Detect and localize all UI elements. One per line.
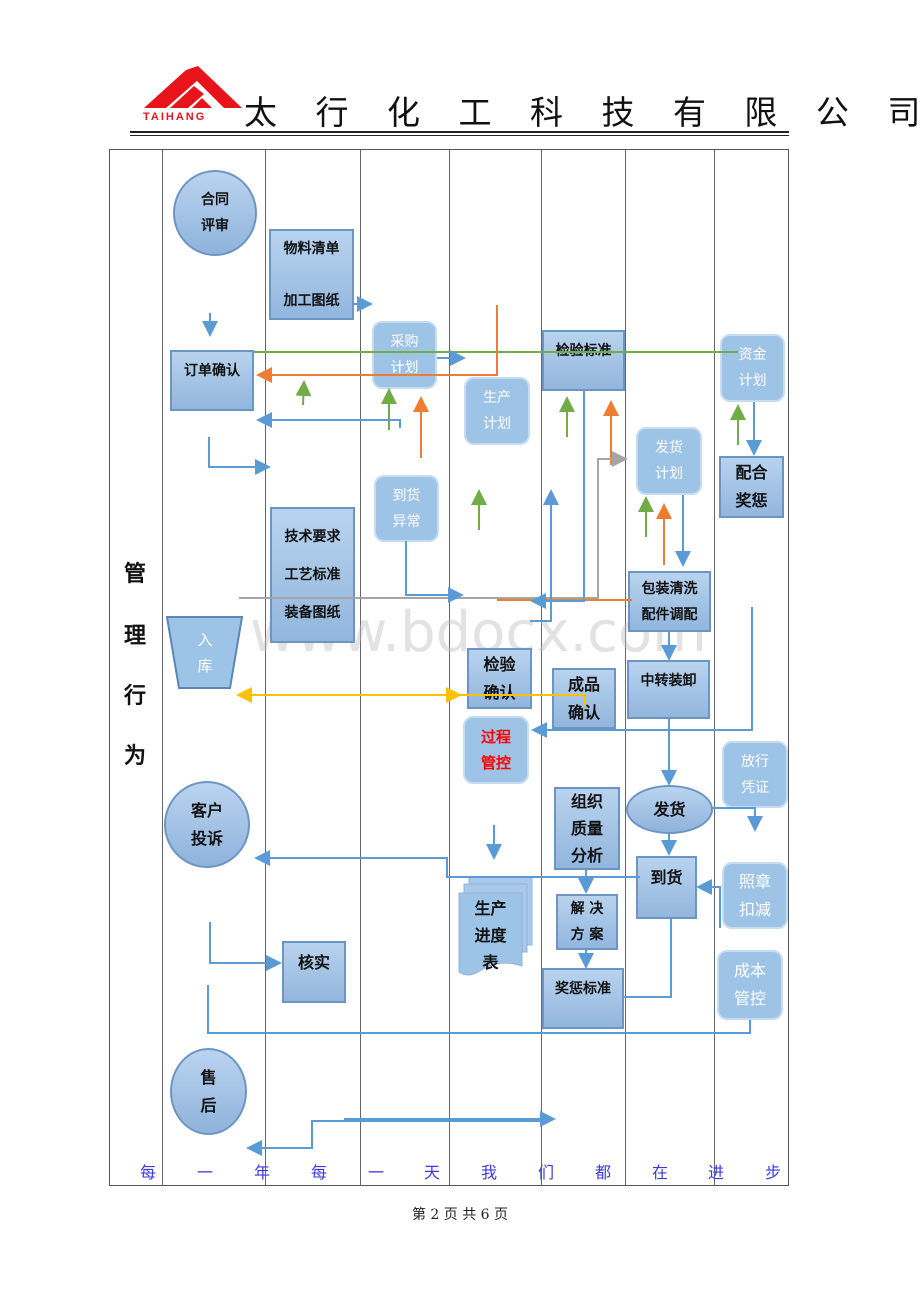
tech-requirements-node: 技术要求 工艺标准 装备图纸: [270, 507, 355, 643]
motto-char: 都: [595, 1163, 612, 1182]
motto-char: 年: [254, 1163, 271, 1182]
arrival-confirm-node: 到货: [636, 856, 697, 919]
solution-node: 解 决 方 案: [556, 894, 618, 950]
side-label-char: 管: [124, 562, 147, 587]
quality-analysis-node: 组织 质量 分析: [554, 787, 620, 870]
motto-char: 每: [311, 1163, 328, 1182]
deduction-node: 照章 扣减: [722, 862, 788, 929]
ship-node: 发货: [626, 785, 713, 834]
motto-char: 每: [140, 1163, 157, 1182]
production-plan-node: 生产 计划: [464, 377, 530, 445]
customer-complaint-node: 客户 投诉: [164, 781, 250, 868]
document-page: TAIHANG 太 行 化 工 科 技 有 限 公 司 www.bdocx.co…: [0, 0, 920, 1302]
process-control-node: 过程 管控: [463, 716, 529, 784]
motto-char: 我: [481, 1163, 498, 1182]
motto-char: 一: [368, 1163, 385, 1182]
arrival-abnormal-node: 到货 异常: [374, 475, 439, 542]
bom-drawing-node: 物料清单 加工图纸: [269, 229, 354, 320]
after-sales-node: 售 后: [170, 1048, 247, 1135]
order-confirm-node: 订单确认: [170, 350, 254, 411]
motto-char: 天: [424, 1163, 441, 1182]
progress-table-node: 生产 进度 表: [474, 898, 507, 972]
contract-review-node: 合同 评审: [173, 170, 257, 256]
warehouse-in-node: 入 库: [197, 631, 213, 675]
reward-standard-node: 奖惩标准: [542, 968, 624, 1029]
cost-control-node: 成本 管控: [717, 950, 783, 1020]
release-voucher-node: 放行 凭证: [722, 741, 788, 808]
page-number: 第 2 页 共 6 页: [411, 1207, 509, 1223]
packing-node: 包装清洗 配件调配: [628, 571, 711, 632]
inspection-standard-node: 检验标准: [542, 330, 625, 391]
motto-char: 进: [708, 1163, 725, 1182]
purchase-plan-node: 采购 计划: [372, 321, 437, 389]
fund-plan-node: 资金 计划: [720, 334, 785, 402]
motto-char: 们: [538, 1163, 555, 1182]
side-label-char: 为: [124, 744, 147, 769]
inspection-confirm-node: 检验 确认: [467, 648, 532, 709]
cooperation-reward-node: 配合 奖惩: [719, 456, 784, 518]
motto-char: 步: [765, 1163, 782, 1182]
delivery-plan-node: 发货 计划: [636, 427, 702, 495]
product-confirm-node: 成品 确认: [552, 668, 616, 729]
motto-char: 一: [197, 1163, 214, 1182]
side-label-char: 理: [124, 624, 147, 649]
side-label-char: 行: [124, 684, 147, 709]
motto-char: 在: [652, 1163, 669, 1182]
verify-node: 核实: [282, 941, 346, 1003]
transfer-handling-node: 中转装卸: [627, 660, 710, 719]
